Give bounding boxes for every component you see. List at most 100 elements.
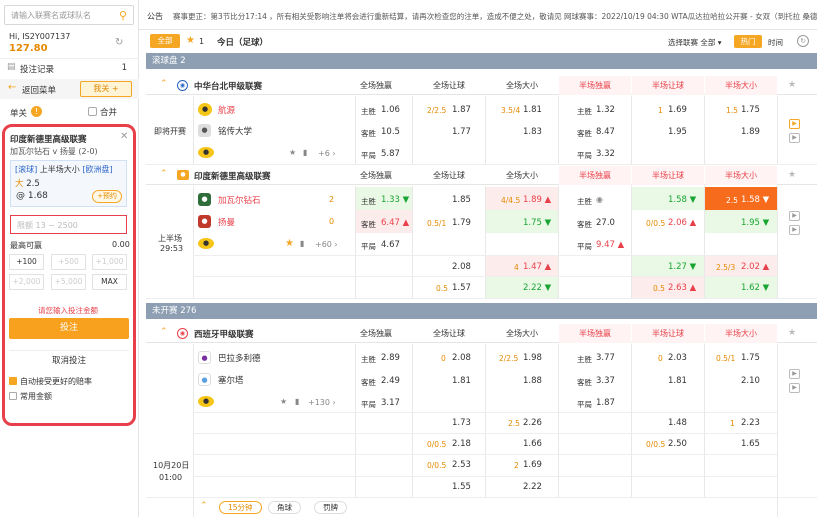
odds-ft-home[interactable]: 2.89 <box>381 353 400 363</box>
odds-ht-hdp-home[interactable]: 1.58 ▼ <box>668 195 696 205</box>
odds-ht-draw[interactable]: 1.87 <box>596 398 615 408</box>
more-markets-link[interactable]: +60 › <box>315 240 338 249</box>
odds-ft-hdp-r6[interactable]: 1.55 <box>452 482 471 492</box>
scoreboard-icon[interactable]: ● <box>198 396 214 407</box>
reserve-button[interactable]: +预约 <box>92 190 122 203</box>
odds-ft-ou-alt2[interactable]: 2.22 ▼ <box>523 283 551 293</box>
stats-chart-icon[interactable]: ▮ <box>300 239 304 248</box>
help-icon[interactable]: ! <box>31 106 42 117</box>
odds-ft-hdp-r3[interactable]: 1.73 <box>452 418 471 428</box>
odds-ht-hdp-home[interactable]: 1.69 <box>668 105 687 115</box>
odds-ft-ou-r6[interactable]: 2.22 <box>523 482 542 492</box>
odds-ht-under[interactable]: 1.89 <box>741 127 760 137</box>
odds-ht-home[interactable]: 3.77 <box>596 353 615 363</box>
odds-ft-hdp-home[interactable]: 2.08 <box>452 353 471 363</box>
live-stream-icon[interactable]: ▶ <box>789 211 800 221</box>
merge-checkbox[interactable]: 合并 <box>88 106 117 118</box>
section-live[interactable]: 滚球盘 2 <box>146 53 817 69</box>
odds-ft-hdp-away[interactable]: 1.81 <box>452 376 471 386</box>
bet-records-row[interactable]: ▤ 投注记录 1 <box>0 58 139 78</box>
close-icon[interactable]: ✕ <box>120 131 128 142</box>
odds-ft-over[interactable]: 1.98 <box>523 353 542 363</box>
odds-ft-away[interactable]: 6.47 ▲ <box>381 218 409 228</box>
chevron-up-icon[interactable]: ⌃ <box>160 79 168 89</box>
odds-ft-hdp-home[interactable]: 1.85 <box>452 195 471 205</box>
odds-ft-hdp-alt1[interactable]: 2.08 <box>452 262 471 272</box>
stats-chart-icon[interactable]: ▮ <box>295 397 299 406</box>
odds-ht-over[interactable]: 1.75 <box>741 353 760 363</box>
odds-ht-hdp-home[interactable]: 2.03 <box>668 353 687 363</box>
odds-ht-hdp-r4[interactable]: 2.50 <box>668 439 687 449</box>
live-stream-icon[interactable]: ▶ <box>789 119 800 129</box>
odds-ft-hdp-home[interactable]: 1.87 <box>452 105 471 115</box>
odds-ht-ou-r3[interactable]: 2.23 <box>741 418 760 428</box>
odds-ht-hdp-away[interactable]: 1.95 <box>668 127 687 137</box>
odds-ht-over-selected[interactable]: 1.58 ▼ <box>741 195 769 205</box>
notice-text[interactable]: 赛事更正：第3节比分17:14 ，所有相关受影响注单将会进行重新结算，请再次检查… <box>173 11 572 22</box>
quick-stake-500[interactable]: +500 <box>51 254 86 270</box>
quick-stake-2000[interactable]: +2,000 <box>9 274 44 290</box>
odds-ht-ou-alt1[interactable]: 2.02 ▲ <box>741 262 769 272</box>
scoreboard-icon[interactable]: ● <box>198 147 214 158</box>
scoreboard-icon[interactable]: ● <box>198 238 214 249</box>
sort-time-button[interactable]: 时间 <box>768 37 783 48</box>
more-markets-link[interactable]: +6 › <box>318 149 336 158</box>
sort-hot-button[interactable]: 热门 <box>734 35 762 48</box>
odds-ht-over[interactable]: 1.75 <box>741 105 760 115</box>
odds-ht-ou-r4[interactable]: 1.65 <box>741 439 760 449</box>
odds-ft-ou-r3[interactable]: 2.26 <box>523 418 542 428</box>
odds-ht-under[interactable]: 2.10 <box>741 376 760 386</box>
odds-ht-hdp-away[interactable]: 1.81 <box>668 376 687 386</box>
animation-icon[interactable]: ▶ <box>789 225 800 235</box>
odds-ft-home[interactable]: 1.06 <box>381 105 400 115</box>
tab-corners[interactable]: 角球 <box>268 501 301 514</box>
refresh-icon[interactable]: ↻ <box>797 35 809 47</box>
quick-stake-100[interactable]: +100 <box>9 254 44 270</box>
animation-icon[interactable]: ▶ <box>789 133 800 143</box>
odds-ht-away[interactable]: 3.37 <box>596 376 615 386</box>
odds-ft-draw[interactable]: 3.17 <box>381 398 400 408</box>
select-league-dropdown[interactable]: 选择联赛 全部 ▾ <box>668 37 722 48</box>
stats-star-icon[interactable]: ★ <box>289 148 296 157</box>
tab-cards[interactable]: 罚牌 <box>314 501 347 514</box>
odds-ht-away[interactable]: 8.47 <box>596 127 615 137</box>
odds-ft-ou-alt1[interactable]: 1.47 ▲ <box>523 262 551 272</box>
stake-input[interactable]: 限额 13 ~ 2500 <box>10 215 127 234</box>
star-icon[interactable]: ★ <box>788 170 796 180</box>
quick-stake-1000[interactable]: +1,000 <box>92 254 127 270</box>
odds-ft-hdp-away[interactable]: 1.77 <box>452 127 471 137</box>
auto-accept-checkbox[interactable]: 自动接受更好的赔率 <box>9 376 92 387</box>
odds-ht-away[interactable]: 27.0 <box>596 218 615 228</box>
common-amount-checkbox[interactable]: 常用金额 <box>9 391 52 402</box>
my-bets-button[interactable]: 我关 + <box>80 81 132 97</box>
chevron-up-icon[interactable]: ⌃ <box>160 169 168 179</box>
search-icon[interactable]: ⚲ <box>119 9 127 22</box>
stats-star-icon[interactable]: ★ <box>280 397 287 406</box>
odds-ht-hdp-alt1[interactable]: 1.27 ▼ <box>668 262 696 272</box>
stats-chart-icon[interactable]: ▮ <box>303 148 307 157</box>
odds-ht-home[interactable]: 1.32 <box>596 105 615 115</box>
odds-ft-hdp-r5[interactable]: 2.53 <box>452 460 471 470</box>
more-markets-link[interactable]: +130 › <box>308 398 336 407</box>
odds-ft-home[interactable]: 1.33 ▼ <box>381 195 409 205</box>
star-icon[interactable]: ★ <box>788 328 796 338</box>
odds-ft-draw[interactable]: 5.87 <box>381 149 400 159</box>
tab-15min[interactable]: 15分钟 <box>219 501 262 514</box>
odds-ft-away[interactable]: 2.49 <box>381 376 400 386</box>
odds-ht-hdp-away[interactable]: 2.06 ▲ <box>668 218 696 228</box>
odds-ht-hdp-r3[interactable]: 1.48 <box>668 418 687 428</box>
odds-ft-under[interactable]: 1.75 ▼ <box>523 218 551 228</box>
odds-ft-ou-r4[interactable]: 1.66 <box>523 439 542 449</box>
odds-ft-under[interactable]: 1.88 <box>523 376 542 386</box>
odds-ht-draw[interactable]: 9.47 ▲ <box>596 240 624 250</box>
odds-ft-hdp-r4[interactable]: 2.18 <box>452 439 471 449</box>
chevron-up-icon[interactable]: ⌃ <box>200 501 208 511</box>
odds-ft-hdp-away[interactable]: 1.79 <box>452 218 471 228</box>
filter-all-button[interactable]: 全部 <box>150 34 180 48</box>
odds-ht-ou-alt2[interactable]: 1.62 ▼ <box>741 283 769 293</box>
star-icon[interactable]: ★ <box>186 35 195 46</box>
odds-ht-hdp-alt2[interactable]: 2.63 ▲ <box>668 283 696 293</box>
odds-ft-under[interactable]: 1.83 <box>523 127 542 137</box>
odds-ft-away[interactable]: 10.5 <box>381 127 400 137</box>
quick-stake-5000[interactable]: +5,000 <box>51 274 86 290</box>
